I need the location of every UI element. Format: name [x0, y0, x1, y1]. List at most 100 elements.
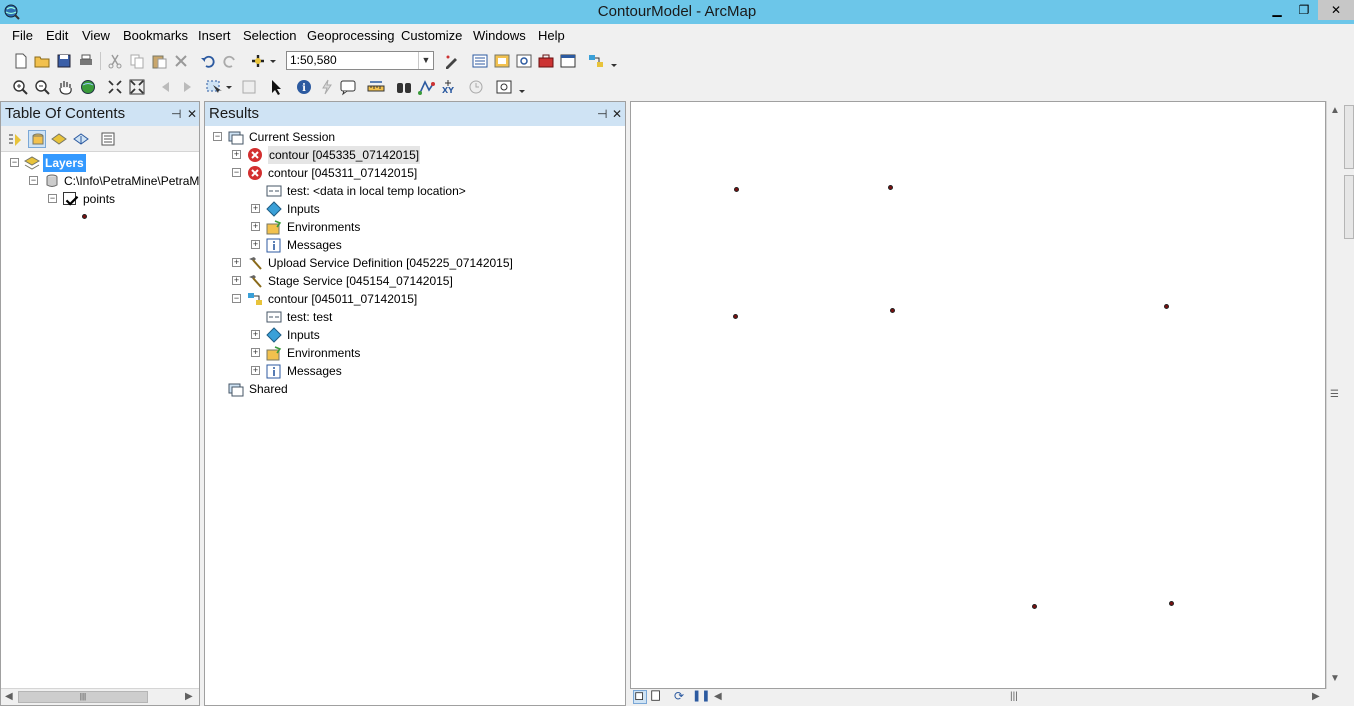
expand-icon[interactable]: +: [251, 204, 260, 213]
menu-insert[interactable]: Insert: [198, 28, 231, 43]
expand-icon[interactable]: +: [232, 276, 241, 285]
zoom-in-icon[interactable]: [11, 78, 29, 96]
result-messages-row[interactable]: + Messages: [205, 236, 625, 254]
menu-selection[interactable]: Selection: [243, 28, 296, 43]
go-forward-icon[interactable]: [178, 78, 196, 96]
save-icon[interactable]: [55, 52, 73, 70]
data-view-icon[interactable]: [633, 690, 647, 704]
print-icon[interactable]: [77, 52, 95, 70]
pin-icon[interactable]: ⊣: [597, 102, 607, 126]
toolbar-options-icon[interactable]: [609, 52, 619, 70]
shared-row[interactable]: Shared: [205, 380, 625, 398]
pin-icon[interactable]: ⊣: [171, 102, 181, 126]
collapse-icon[interactable]: −: [232, 168, 241, 177]
result-row[interactable]: + Upload Service Definition [045225_0714…: [205, 254, 625, 272]
copy-icon[interactable]: [128, 52, 146, 70]
scroll-thumb[interactable]: |||: [18, 691, 148, 703]
result-output-row[interactable]: test: test: [205, 308, 625, 326]
collapse-icon[interactable]: −: [10, 158, 19, 167]
menu-file[interactable]: File: [12, 28, 33, 43]
find-route-icon[interactable]: [417, 78, 435, 96]
cut-icon[interactable]: [106, 52, 124, 70]
redo-icon[interactable]: [221, 52, 239, 70]
menu-geoprocessing[interactable]: Geoprocessing: [307, 28, 394, 43]
menu-bookmarks[interactable]: Bookmarks: [123, 28, 188, 43]
result-row[interactable]: − contour [045311_07142015]: [205, 164, 625, 182]
current-session-row[interactable]: − Current Session: [205, 128, 625, 146]
close-icon[interactable]: ✕: [187, 102, 197, 126]
toc-layers-row[interactable]: − Layers: [1, 154, 199, 172]
layout-view-icon[interactable]: [650, 690, 664, 704]
result-messages-row[interactable]: + Messages: [205, 362, 625, 380]
scroll-left-icon[interactable]: ◀: [5, 691, 13, 702]
map-horizontal-scrollbar[interactable]: ◀ ||| ▶: [710, 689, 1326, 706]
minimize-button[interactable]: ▁: [1264, 0, 1290, 20]
map-point[interactable]: [888, 185, 893, 190]
expand-icon[interactable]: +: [251, 240, 260, 249]
layer-name[interactable]: points: [83, 190, 115, 208]
expand-icon[interactable]: +: [232, 258, 241, 267]
scroll-up-icon[interactable]: ▲: [1330, 105, 1340, 116]
list-by-visibility-icon[interactable]: [50, 130, 68, 148]
menu-view[interactable]: View: [82, 28, 110, 43]
result-inputs-row[interactable]: + Inputs: [205, 326, 625, 344]
result-inputs-row[interactable]: + Inputs: [205, 200, 625, 218]
full-extent-globe-icon[interactable]: [79, 78, 97, 96]
model-builder-icon[interactable]: [587, 52, 605, 70]
new-document-icon[interactable]: [12, 52, 30, 70]
arctoolbox-icon[interactable]: [537, 52, 555, 70]
expand-icon[interactable]: +: [251, 222, 260, 231]
hyperlink-icon[interactable]: [318, 78, 336, 96]
result-row[interactable]: + Stage Service [045154_07142015]: [205, 272, 625, 290]
toc-workspace-row[interactable]: − C:\Info\PetraMine\PetraM: [1, 172, 199, 190]
docked-catalog-tab[interactable]: [1344, 105, 1354, 169]
result-environments-row[interactable]: + Environments: [205, 218, 625, 236]
scroll-grip-icon[interactable]: ☰: [1330, 389, 1339, 400]
maximize-button[interactable]: ❐: [1291, 0, 1317, 20]
editor-toolbar-icon[interactable]: [443, 52, 461, 70]
find-binoculars-icon[interactable]: [395, 78, 413, 96]
pan-hand-icon[interactable]: [56, 78, 74, 96]
measure-icon[interactable]: [367, 78, 385, 96]
undo-icon[interactable]: [199, 52, 217, 70]
viewer-window-icon[interactable]: [495, 78, 513, 96]
expand-icon[interactable]: +: [251, 366, 260, 375]
select-elements-arrow-icon[interactable]: [267, 78, 285, 96]
collapse-icon[interactable]: −: [48, 194, 57, 203]
map-point[interactable]: [1032, 604, 1037, 609]
close-button[interactable]: ✕: [1318, 0, 1354, 20]
fixed-zoom-out-icon[interactable]: [128, 78, 146, 96]
refresh-icon[interactable]: ⟳: [674, 689, 684, 703]
list-by-drawing-order-icon[interactable]: [6, 130, 24, 148]
go-to-xy-icon[interactable]: XY: [439, 78, 457, 96]
list-by-source-icon[interactable]: [28, 130, 46, 148]
menu-windows[interactable]: Windows: [473, 28, 526, 43]
collapse-icon[interactable]: −: [232, 294, 241, 303]
map-point[interactable]: [1164, 304, 1169, 309]
map-point[interactable]: [733, 314, 738, 319]
collapse-icon[interactable]: −: [213, 132, 222, 141]
scroll-left-icon[interactable]: ◀: [714, 691, 722, 702]
map-point[interactable]: [734, 187, 739, 192]
menu-edit[interactable]: Edit: [46, 28, 68, 43]
expand-icon[interactable]: +: [232, 150, 241, 159]
close-icon[interactable]: ✕: [612, 102, 622, 126]
menu-help[interactable]: Help: [538, 28, 565, 43]
python-window-icon[interactable]: [559, 52, 577, 70]
result-row[interactable]: − contour [045011_07142015]: [205, 290, 625, 308]
toc-layer-points-row[interactable]: − points: [1, 190, 199, 208]
menu-customize[interactable]: Customize: [401, 28, 462, 43]
result-row[interactable]: + contour [045335_07142015]: [205, 146, 625, 164]
list-by-selection-icon[interactable]: [72, 130, 90, 148]
catalog-icon[interactable]: [493, 52, 511, 70]
identify-icon[interactable]: i: [295, 78, 313, 96]
layer-visibility-checkbox[interactable]: [63, 192, 79, 206]
select-features-icon[interactable]: [205, 78, 233, 96]
map-point[interactable]: [890, 308, 895, 313]
scroll-down-icon[interactable]: ▼: [1330, 673, 1340, 684]
layers-label[interactable]: Layers: [43, 154, 86, 172]
expand-icon[interactable]: +: [251, 348, 260, 357]
add-data-icon[interactable]: [250, 52, 278, 70]
result-output-row[interactable]: test: <data in local temp location>: [205, 182, 625, 200]
toc-options-icon[interactable]: [99, 130, 117, 148]
